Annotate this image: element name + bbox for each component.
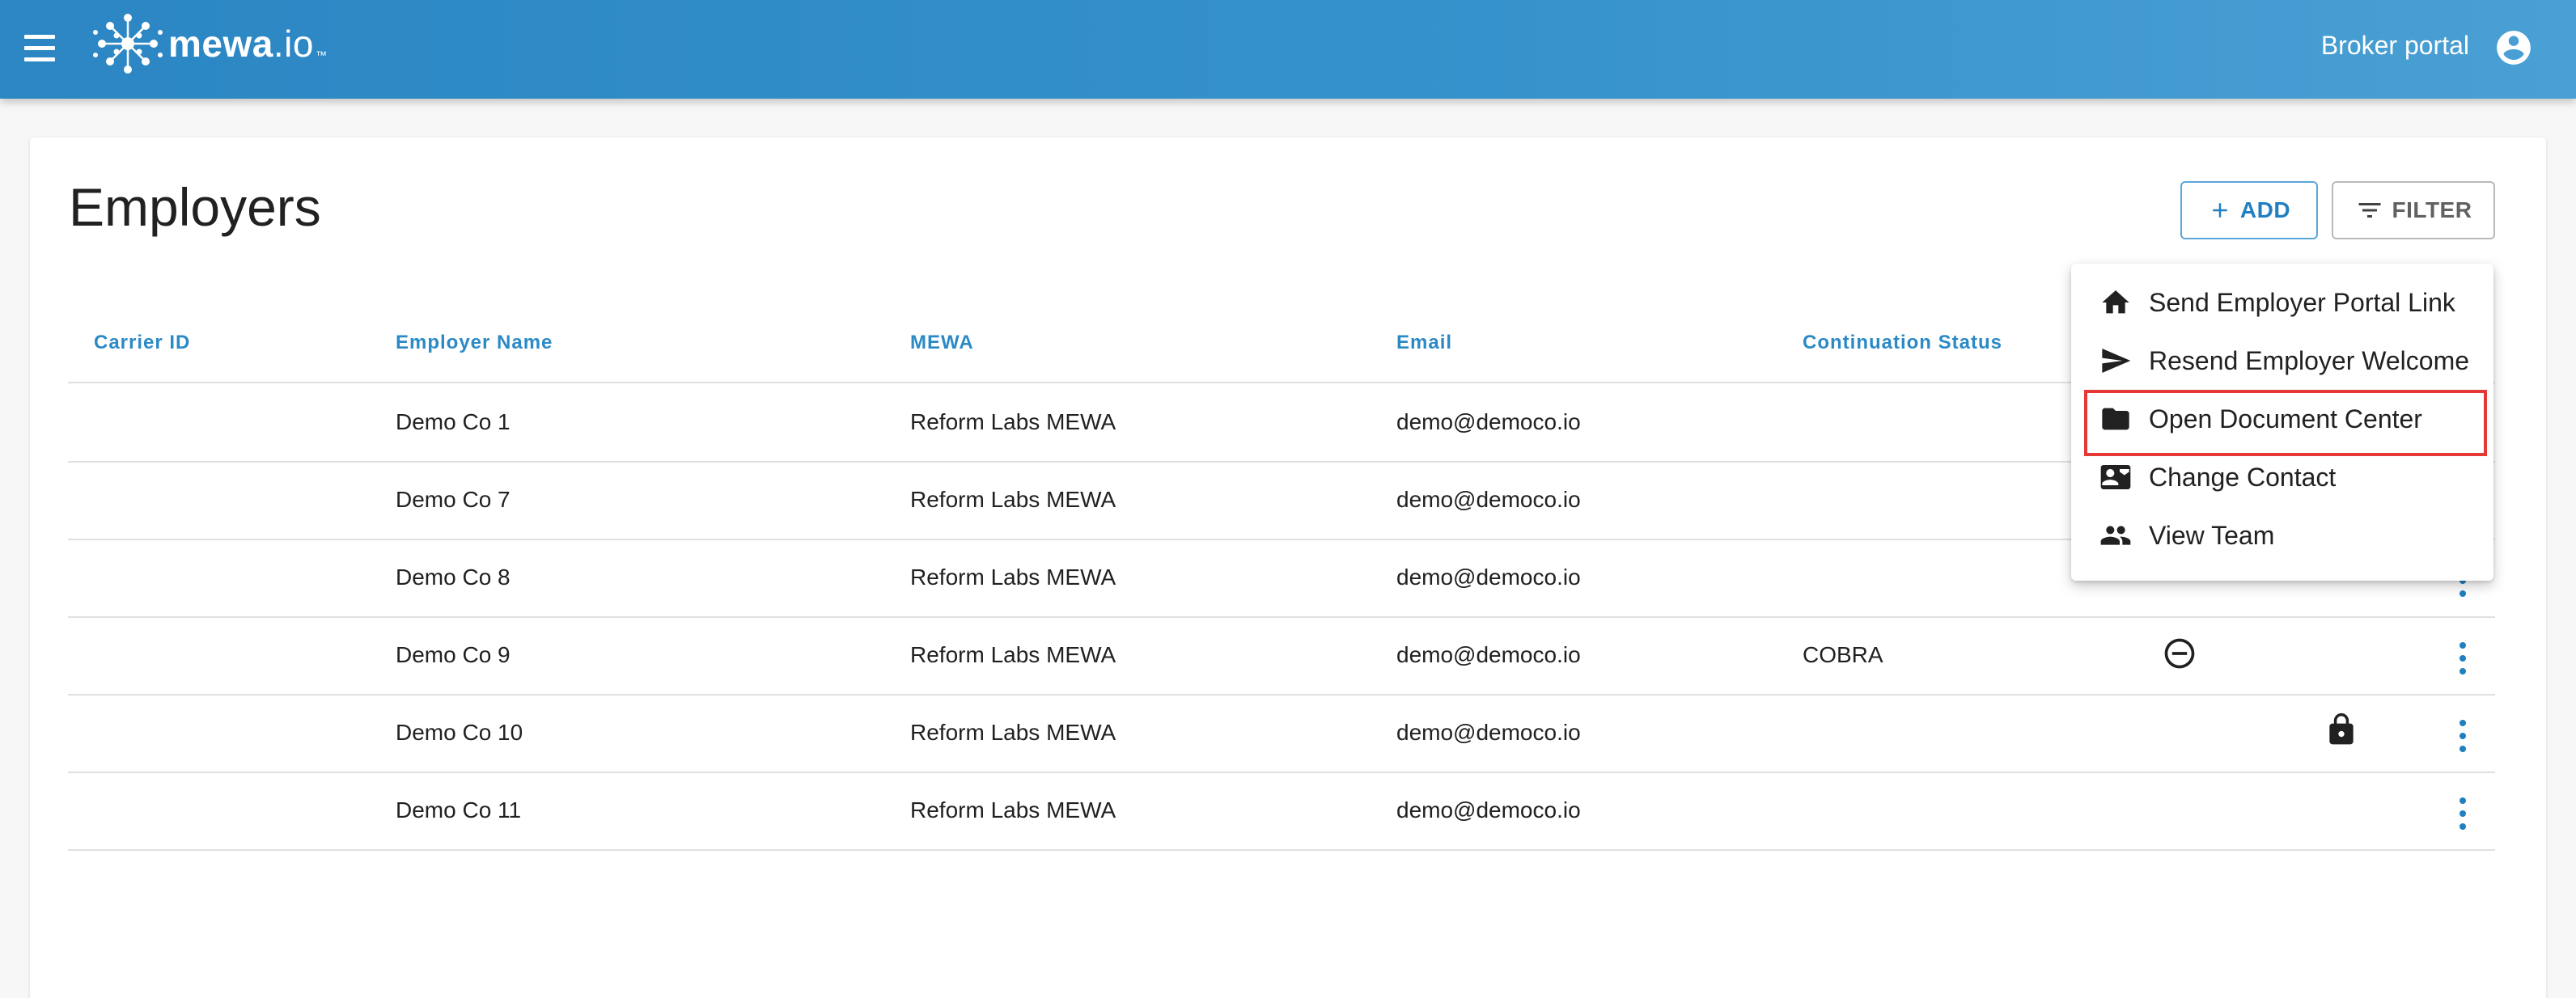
filter-button[interactable]: FILTER <box>2332 181 2495 239</box>
column-header-carrier-id[interactable]: Carrier ID <box>94 332 190 354</box>
cell-continuation-status: COBRA <box>1803 642 1883 667</box>
logo[interactable]: mewa.io ™ <box>92 11 327 76</box>
hamburger-menu-icon[interactable] <box>21 32 58 65</box>
cell-email: demo@democo.io <box>1396 487 1581 512</box>
cell-email: demo@democo.io <box>1396 720 1581 745</box>
cell-email: demo@democo.io <box>1396 565 1581 590</box>
cell-mewa: Reform Labs MEWA <box>910 720 1116 745</box>
cell-employer-name: Demo Co 1 <box>396 409 511 434</box>
cell-mewa: Reform Labs MEWA <box>910 409 1116 434</box>
home-icon <box>2102 290 2129 314</box>
account-circle-icon[interactable] <box>2493 27 2534 68</box>
add-button-label: ADD <box>2239 197 2291 222</box>
menu-item-label: Send Employer Portal Link <box>2149 288 2455 317</box>
add-button[interactable]: ADD <box>2180 181 2318 239</box>
row-actions-icon[interactable] <box>2456 642 2469 674</box>
column-header-continuation-status[interactable]: Continuation Status <box>1803 332 2002 354</box>
cell-email: demo@democo.io <box>1396 409 1581 434</box>
menu-item-open-document-center[interactable]: Open Document Center <box>2071 390 2493 448</box>
page-title: Employers <box>69 177 321 237</box>
menu-item-send-employer-portal-link[interactable]: Send Employer Portal Link <box>2071 273 2493 332</box>
contact-card-icon <box>2100 465 2131 489</box>
folder-icon <box>2102 408 2129 430</box>
cell-mewa: Reform Labs MEWA <box>910 487 1116 512</box>
column-header-mewa[interactable]: MEWA <box>910 332 974 354</box>
cell-employer-name: Demo Co 7 <box>396 487 511 512</box>
table-row[interactable]: Demo Co 11 Reform Labs MEWA demo@democo.… <box>68 773 2495 851</box>
send-icon <box>2102 349 2131 373</box>
row-actions-icon[interactable] <box>2456 797 2469 830</box>
app-bar: mewa.io ™ Broker portal <box>0 0 2576 99</box>
row-actions-menu: Send Employer Portal Link Resend Employe… <box>2071 264 2493 581</box>
cell-email: demo@democo.io <box>1396 642 1581 667</box>
plus-icon <box>2213 203 2227 218</box>
menu-item-change-contact[interactable]: Change Contact <box>2071 448 2493 506</box>
table-row[interactable]: Demo Co 10 Reform Labs MEWA demo@democo.… <box>68 696 2495 773</box>
cell-employer-name: Demo Co 10 <box>396 720 523 745</box>
portal-label: Broker portal <box>2320 31 2469 60</box>
menu-item-label: Open Document Center <box>2149 404 2422 433</box>
cell-employer-name: Demo Co 8 <box>396 565 511 590</box>
people-icon <box>2100 526 2131 545</box>
cell-employer-name: Demo Co 11 <box>396 797 522 823</box>
menu-item-label: View Team <box>2149 521 2275 550</box>
table-row[interactable]: Demo Co 9 Reform Labs MEWA demo@democo.i… <box>68 618 2495 696</box>
filter-button-label: FILTER <box>2392 197 2472 222</box>
column-header-email[interactable]: Email <box>1396 332 1452 354</box>
menu-item-resend-employer-welcome[interactable]: Resend Employer Welcome <box>2071 332 2493 390</box>
minus-circle-icon <box>2164 638 2195 669</box>
cell-mewa: Reform Labs MEWA <box>910 797 1116 823</box>
cell-email: demo@democo.io <box>1396 797 1581 823</box>
cell-mewa: Reform Labs MEWA <box>910 565 1116 590</box>
menu-item-label: Change Contact <box>2149 463 2337 492</box>
cell-mewa: Reform Labs MEWA <box>910 642 1116 667</box>
logo-text: mewa.io <box>168 23 314 65</box>
mewa-logo-icon <box>93 14 163 74</box>
logo-trademark: ™ <box>315 49 327 61</box>
row-actions-icon[interactable] <box>2456 720 2469 752</box>
column-header-employer-name[interactable]: Employer Name <box>396 332 553 354</box>
menu-item-view-team[interactable]: View Team <box>2071 506 2493 565</box>
menu-item-label: Resend Employer Welcome <box>2149 346 2470 375</box>
filter-icon <box>2358 203 2381 218</box>
lock-icon <box>2329 713 2354 745</box>
cell-employer-name: Demo Co 9 <box>396 642 511 667</box>
